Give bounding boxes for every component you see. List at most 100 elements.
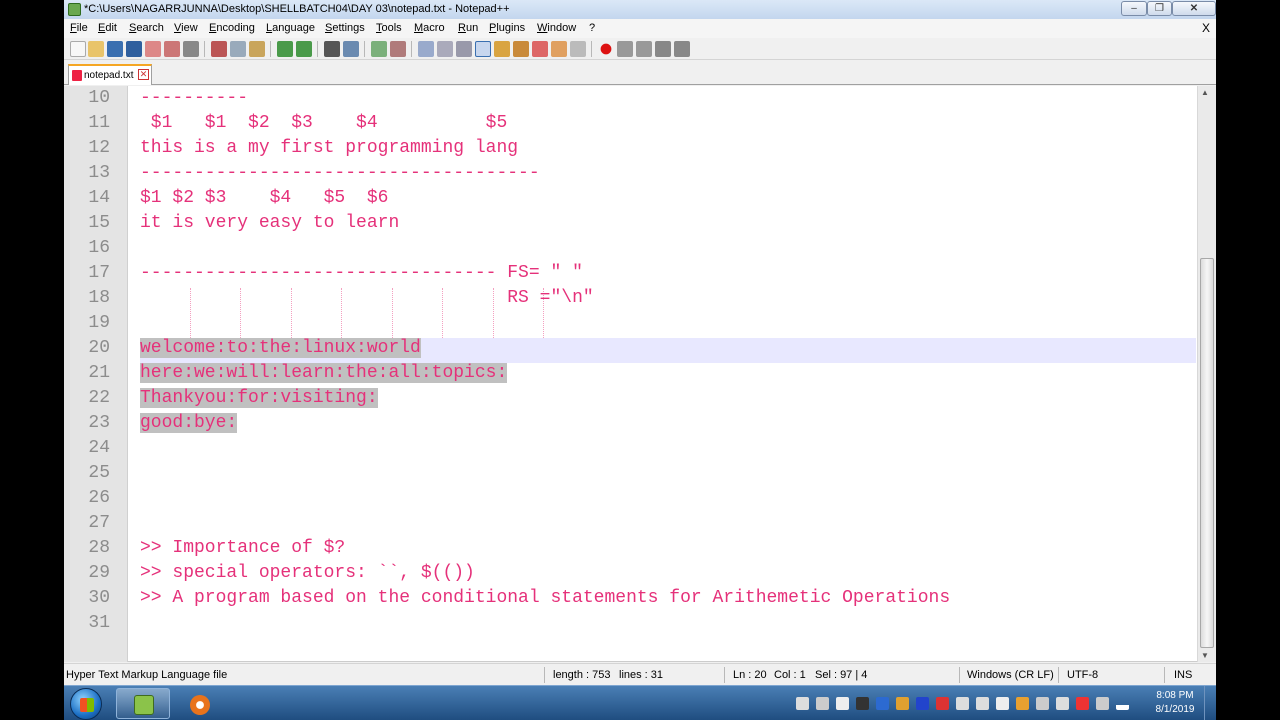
code-line[interactable]: >> special operators: ``, $(())	[140, 561, 1196, 586]
tray-icon[interactable]	[936, 697, 949, 710]
tray-icon[interactable]	[876, 697, 889, 710]
menu-edit[interactable]: Edit	[98, 22, 117, 34]
code-text: -------------------------------------	[140, 163, 540, 183]
code-line[interactable]: $1 $2 $3 $4 $5 $6	[140, 186, 1196, 211]
tab-close-icon[interactable]: ✕	[138, 69, 149, 80]
tray-icon[interactable]	[1056, 697, 1069, 710]
play-macro-icon[interactable]	[636, 41, 652, 57]
close-file-icon[interactable]	[145, 41, 161, 57]
record-macro-icon[interactable]	[598, 41, 614, 57]
taskbar-app-button[interactable]	[172, 688, 226, 719]
taskbar-clock[interactable]: 8:08 PM 8/1/2019	[1140, 689, 1210, 717]
minimize-button[interactable]: ‒	[1121, 1, 1147, 16]
code-line[interactable]: this is a my first programming lang	[140, 136, 1196, 161]
code-line[interactable]	[140, 461, 1196, 486]
close-document-x[interactable]: X	[1202, 21, 1210, 35]
function-list-icon[interactable]	[532, 41, 548, 57]
tray-icon[interactable]	[1076, 697, 1089, 710]
menu-settings[interactable]: Settings	[325, 22, 365, 34]
zoom-out-icon[interactable]	[390, 41, 406, 57]
sync-scroll-icon[interactable]	[418, 41, 434, 57]
menu-window[interactable]: Window	[537, 22, 576, 34]
save-all-icon[interactable]	[126, 41, 142, 57]
open-file-icon[interactable]	[88, 41, 104, 57]
tray-icon[interactable]	[1036, 697, 1049, 710]
menu-help[interactable]: ?	[589, 22, 595, 34]
code-line[interactable]: ----------	[140, 86, 1196, 111]
replace-icon[interactable]	[343, 41, 359, 57]
tab-notepad-txt[interactable]: notepad.txt ✕	[68, 64, 152, 85]
tray-icon[interactable]	[816, 697, 829, 710]
paste-icon[interactable]	[249, 41, 265, 57]
folder-as-workspace-icon[interactable]	[551, 41, 567, 57]
code-text-area[interactable]: ---------- $1 $1 $2 $3 $4 $5 this is a my…	[140, 86, 1196, 662]
code-line[interactable]	[140, 486, 1196, 511]
find-icon[interactable]	[324, 41, 340, 57]
code-line[interactable]: good:bye:	[140, 411, 1196, 436]
menu-plugins[interactable]: Plugins	[489, 22, 525, 34]
undo-icon[interactable]	[277, 41, 293, 57]
copy-icon[interactable]	[230, 41, 246, 57]
menu-encoding[interactable]: Encoding	[209, 22, 255, 34]
volume-icon[interactable]	[836, 697, 849, 710]
tray-icon[interactable]	[996, 697, 1009, 710]
code-line[interactable]: >> A program based on the conditional st…	[140, 586, 1196, 611]
tray-icon[interactable]	[956, 697, 969, 710]
code-line[interactable]	[140, 436, 1196, 461]
code-line[interactable]	[140, 611, 1196, 636]
doc-map-icon[interactable]	[513, 41, 529, 57]
code-line[interactable]: here:we:will:learn:the:all:topics:	[140, 361, 1196, 386]
save-icon[interactable]	[107, 41, 123, 57]
vertical-scrollbar[interactable]: ▲ ▼	[1197, 86, 1216, 662]
action-center-icon[interactable]	[1096, 697, 1109, 710]
code-line[interactable]	[140, 511, 1196, 536]
cut-icon[interactable]	[211, 41, 227, 57]
code-line[interactable]: Thankyou:for:visiting:	[140, 386, 1196, 411]
indent-guide-icon[interactable]	[475, 41, 491, 57]
maximize-button[interactable]: ❐	[1147, 1, 1172, 16]
code-line[interactable]: RS ="\n"	[140, 286, 1196, 311]
start-button[interactable]	[70, 688, 102, 720]
show-all-chars-icon[interactable]	[456, 41, 472, 57]
run-macro-multiple-icon[interactable]	[655, 41, 671, 57]
scroll-down-icon[interactable]: ▼	[1201, 651, 1209, 660]
show-desktop-button[interactable]	[1204, 686, 1216, 720]
code-line[interactable]: >> Importance of $?	[140, 536, 1196, 561]
menu-view[interactable]: View	[174, 22, 198, 34]
code-line[interactable]	[140, 311, 1196, 336]
code-line[interactable]: --------------------------------- FS= " …	[140, 261, 1196, 286]
code-line[interactable]: welcome:to:the:linux:world	[140, 336, 1196, 361]
menu-file[interactable]: File	[70, 22, 88, 34]
tray-icon[interactable]	[976, 697, 989, 710]
tray-icon[interactable]	[1016, 697, 1029, 710]
new-file-icon[interactable]	[70, 41, 86, 57]
udl-icon[interactable]	[494, 41, 510, 57]
scroll-up-icon[interactable]: ▲	[1201, 88, 1209, 97]
close-all-icon[interactable]	[164, 41, 180, 57]
word-wrap-icon[interactable]	[437, 41, 453, 57]
print-icon[interactable]	[183, 41, 199, 57]
code-line[interactable]	[140, 236, 1196, 261]
zoom-in-icon[interactable]	[371, 41, 387, 57]
menu-macro[interactable]: Macro	[414, 22, 445, 34]
menu-search[interactable]: Search	[129, 22, 164, 34]
redo-icon[interactable]	[296, 41, 312, 57]
network-signal-icon[interactable]	[1116, 697, 1129, 710]
menu-tools[interactable]: Tools	[376, 22, 402, 34]
tray-icon[interactable]	[896, 697, 909, 710]
code-line[interactable]: -------------------------------------	[140, 161, 1196, 186]
tray-icon[interactable]	[856, 697, 869, 710]
menu-language[interactable]: Language	[266, 22, 315, 34]
save-macro-icon[interactable]	[674, 41, 690, 57]
editor-area[interactable]: 10 11 12 13 14 15 16 17 18 19 20 21 22 23 24 25 26 27 28 29…	[64, 86, 1216, 662]
menu-run[interactable]: Run	[458, 22, 478, 34]
tray-icon[interactable]	[796, 697, 809, 710]
tray-icon[interactable]	[916, 697, 929, 710]
code-line[interactable]: $1 $1 $2 $3 $4 $5	[140, 111, 1196, 136]
taskbar-notepadpp-button[interactable]	[116, 688, 170, 719]
close-button[interactable]: ✕	[1172, 1, 1216, 16]
monitoring-icon[interactable]	[570, 41, 586, 57]
stop-macro-icon[interactable]	[617, 41, 633, 57]
scrollbar-thumb[interactable]	[1200, 258, 1214, 648]
code-line[interactable]: it is very easy to learn	[140, 211, 1196, 236]
